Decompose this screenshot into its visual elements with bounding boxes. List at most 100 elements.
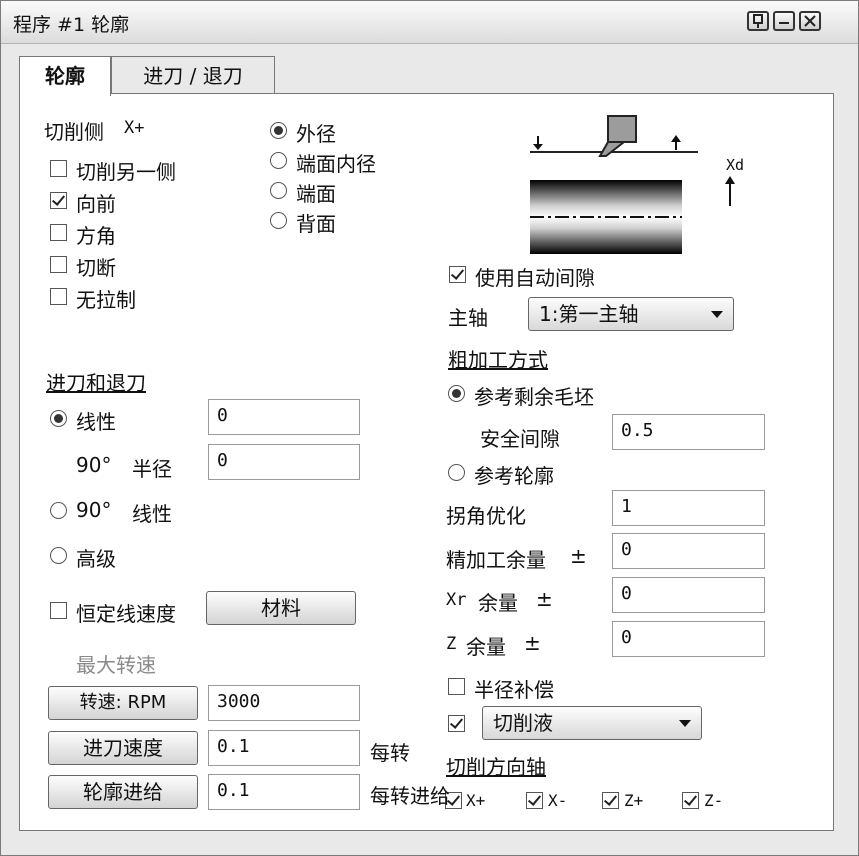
ref-stock-label: 参考剩余毛坯 bbox=[474, 385, 594, 409]
linear-input[interactable]: 0 bbox=[208, 399, 360, 435]
const-speed-label: 恒定线速度 bbox=[76, 602, 176, 626]
title-bar: 程序 #1 轮廓 bbox=[1, 1, 858, 44]
face-label: 端面 bbox=[296, 182, 336, 206]
coolant-checkbox[interactable] bbox=[448, 715, 465, 732]
radius90-input[interactable]: 0 bbox=[208, 444, 360, 480]
forward-label: 向前 bbox=[76, 192, 116, 216]
xr-allowance-input[interactable]: 0 bbox=[612, 577, 765, 613]
dialog-window: 程序 #1 轮廓 轮廓 进刀 / 退刀 切削侧 X+ 切削另一侧 向前 方角 切… bbox=[0, 0, 859, 856]
finish-allowance-label: 精加工余量 bbox=[446, 548, 546, 572]
feed-rate-button[interactable]: 进刀速度 bbox=[48, 731, 198, 765]
chevron-down-icon bbox=[711, 311, 723, 318]
spindle-value: 1:第一主轴 bbox=[539, 302, 639, 326]
feed-rate-unit: 每转 bbox=[370, 741, 410, 765]
od-radio[interactable] bbox=[270, 122, 287, 139]
contour-feed-button[interactable]: 轮廓进给 bbox=[48, 775, 198, 809]
no-draw-label: 无拉制 bbox=[76, 288, 136, 312]
ref-contour-label: 参考轮廓 bbox=[474, 464, 554, 488]
z-allowance-sign: ± bbox=[524, 631, 541, 655]
dir-xminus-checkbox[interactable] bbox=[526, 792, 543, 809]
z-prefix: Z bbox=[446, 634, 457, 654]
corner-opt-input[interactable]: 1 bbox=[612, 490, 765, 526]
cut-direction-heading: 切削方向轴 bbox=[446, 755, 546, 779]
corner-opt-label: 拐角优化 bbox=[446, 504, 526, 528]
face-id-label: 端面内径 bbox=[296, 152, 376, 176]
dir-xminus-label: X- bbox=[548, 791, 568, 810]
down-arrow-icon bbox=[533, 136, 543, 150]
no-draw-checkbox[interactable] bbox=[50, 288, 67, 305]
xr-allowance-label: 余量 bbox=[478, 591, 518, 615]
radius90-label-a: 90° bbox=[76, 453, 112, 477]
cut-off-checkbox[interactable] bbox=[50, 256, 67, 273]
face-radio[interactable] bbox=[270, 182, 287, 199]
feed-rate-input[interactable]: 0.1 bbox=[208, 730, 360, 766]
dir-zminus-checkbox[interactable] bbox=[682, 792, 699, 809]
rpm-input[interactable]: 3000 bbox=[208, 685, 360, 721]
coolant-select[interactable]: 切削液 bbox=[482, 706, 702, 740]
minimize-button[interactable] bbox=[773, 11, 795, 31]
pin-icon bbox=[753, 14, 763, 28]
back-label: 背面 bbox=[296, 212, 336, 236]
contour-feed-unit: 每转进给 bbox=[370, 784, 450, 808]
dir-zplus-checkbox[interactable] bbox=[602, 792, 619, 809]
cut-side-label: 切削侧 bbox=[44, 120, 104, 144]
auto-gap-checkbox[interactable] bbox=[449, 266, 466, 283]
radius90-label-b: 半径 bbox=[132, 457, 172, 481]
tab-contour[interactable]: 轮廓 bbox=[19, 56, 111, 96]
dir-zplus-label: Z+ bbox=[624, 791, 644, 810]
back-radio[interactable] bbox=[270, 212, 287, 229]
rough-method-heading: 粗加工方式 bbox=[448, 348, 548, 372]
coolant-value: 切削液 bbox=[493, 711, 553, 735]
finish-allowance-input[interactable]: 0 bbox=[612, 533, 765, 569]
od-label: 外径 bbox=[296, 122, 336, 146]
window-title: 程序 #1 轮廓 bbox=[13, 14, 130, 36]
approach-heading: 进刀和退刀 bbox=[46, 371, 146, 395]
const-speed-checkbox[interactable] bbox=[50, 602, 67, 619]
radius-comp-checkbox[interactable] bbox=[448, 678, 465, 695]
chevron-down-icon bbox=[679, 720, 691, 727]
xr-allowance-sign: ± bbox=[536, 587, 553, 611]
pin-button[interactable] bbox=[747, 11, 769, 31]
tool-icon bbox=[598, 115, 637, 157]
close-button[interactable] bbox=[799, 11, 821, 31]
linear-label: 线性 bbox=[76, 410, 116, 434]
safety-gap-label: 安全间隙 bbox=[480, 427, 560, 451]
z-allowance-input[interactable]: 0 bbox=[612, 621, 765, 657]
linear-radio[interactable] bbox=[50, 410, 67, 427]
material-button[interactable]: 材料 bbox=[206, 591, 356, 625]
cut-other-side-checkbox[interactable] bbox=[50, 160, 67, 177]
radius-comp-label: 半径补偿 bbox=[474, 678, 554, 702]
square-corner-label: 方角 bbox=[76, 224, 116, 248]
xd-arrow-icon bbox=[725, 176, 735, 206]
xr-prefix: Xr bbox=[446, 590, 467, 610]
linear90-radio[interactable] bbox=[50, 502, 67, 519]
forward-checkbox[interactable] bbox=[50, 192, 67, 209]
axis-label: Xd bbox=[726, 156, 744, 174]
advanced-radio[interactable] bbox=[50, 547, 67, 564]
dir-zminus-label: Z- bbox=[704, 791, 724, 810]
dir-xplus-label: X+ bbox=[466, 791, 486, 810]
cut-diagram: Xd bbox=[530, 115, 744, 254]
safety-gap-input[interactable]: 0.5 bbox=[612, 414, 765, 450]
up-arrow-icon bbox=[671, 135, 681, 150]
advanced-label: 高级 bbox=[76, 547, 116, 571]
spindle-select[interactable]: 1:第一主轴 bbox=[528, 297, 734, 331]
close-icon bbox=[804, 15, 816, 27]
ref-contour-radio[interactable] bbox=[448, 464, 465, 481]
linear90-label-b: 线性 bbox=[132, 502, 172, 526]
contour-feed-input[interactable]: 0.1 bbox=[208, 774, 360, 810]
max-speed-label: 最大转速 bbox=[76, 653, 156, 677]
tab-approach-retract[interactable]: 进刀 / 退刀 bbox=[111, 56, 275, 94]
tab-panel: 切削侧 X+ 切削另一侧 向前 方角 切断 无拉制 外径 端面内径 端面 背面 bbox=[19, 93, 834, 831]
square-corner-checkbox[interactable] bbox=[50, 224, 67, 241]
spindle-label: 主轴 bbox=[448, 306, 488, 330]
face-id-radio[interactable] bbox=[270, 152, 287, 169]
finish-allowance-sign: ± bbox=[570, 544, 587, 568]
z-allowance-label: 余量 bbox=[466, 635, 506, 659]
rpm-button[interactable]: 转速: RPM bbox=[48, 686, 198, 720]
linear90-label-a: 90° bbox=[76, 498, 112, 522]
cut-side-value: X+ bbox=[124, 118, 145, 138]
ref-stock-radio[interactable] bbox=[448, 385, 465, 402]
auto-gap-label: 使用自动间隙 bbox=[475, 266, 595, 290]
cut-other-side-label: 切削另一侧 bbox=[76, 160, 176, 184]
